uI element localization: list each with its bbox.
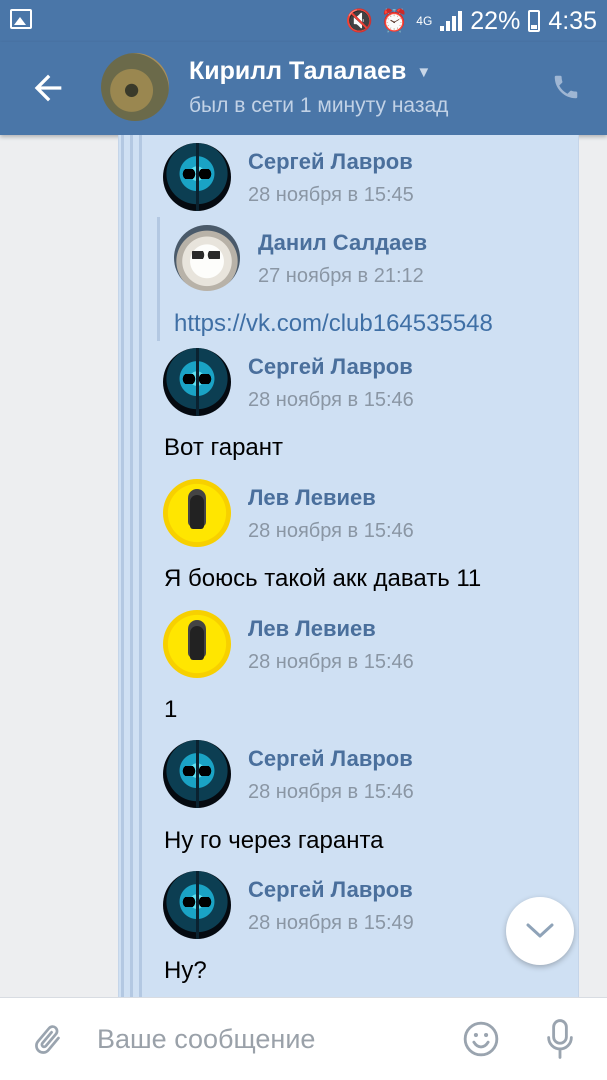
message-link[interactable]: https://vk.com/club164535548 xyxy=(174,310,493,338)
emoji-icon[interactable] xyxy=(462,1020,500,1058)
contact-avatar[interactable] xyxy=(101,53,169,121)
message-text: Ну го через гаранта xyxy=(164,827,384,854)
message-text: 1 xyxy=(164,696,178,723)
attach-icon[interactable] xyxy=(30,1020,66,1060)
avatar[interactable] xyxy=(163,871,231,939)
chevron-down-icon[interactable]: ▼ xyxy=(416,64,431,81)
alarm-icon: ⏰ xyxy=(380,8,409,33)
gallery-notification-icon xyxy=(10,9,32,29)
message-date: 28 ноября в 15:45 xyxy=(248,184,414,206)
message-list[interactable]: Сергей Лавров 28 ноября в 15:45 Данил Са… xyxy=(0,135,607,997)
message-date: 28 ноября в 15:46 xyxy=(248,520,414,542)
clock: 4:35 xyxy=(548,6,597,35)
avatar[interactable] xyxy=(163,479,231,547)
message-date: 27 ноября в 21:12 xyxy=(258,265,424,287)
scroll-down-button[interactable] xyxy=(506,897,574,965)
message-text: Ну? xyxy=(164,957,207,984)
message-date: 28 ноября в 15:46 xyxy=(248,651,414,673)
avatar[interactable] xyxy=(174,225,240,291)
chevron-down-icon xyxy=(526,923,554,938)
sender-name[interactable]: Лев Левиев xyxy=(248,485,376,511)
battery-icon xyxy=(528,10,541,32)
contact-name-text: Кирилл Талалаев xyxy=(189,57,407,85)
nested-forward-indicator xyxy=(157,217,160,341)
sender-name[interactable]: Сергей Лавров xyxy=(248,149,413,175)
sender-name[interactable]: Сергей Лавров xyxy=(248,746,413,772)
status-bar: 🔇 ⏰ 4G 22% 4:35 xyxy=(0,0,607,42)
avatar[interactable] xyxy=(163,348,231,416)
back-arrow-icon[interactable] xyxy=(28,68,68,108)
microphone-icon[interactable] xyxy=(543,1017,577,1061)
contact-name[interactable]: Кирилл Талалаев ▼ xyxy=(189,57,431,86)
message-date: 28 ноября в 15:49 xyxy=(248,912,414,934)
mute-icon: 🔇 xyxy=(345,8,373,33)
sender-name[interactable]: Сергей Лавров xyxy=(248,877,413,903)
battery-percent: 22% xyxy=(470,6,521,35)
avatar[interactable] xyxy=(163,740,231,808)
message-composer: Ваше сообщение xyxy=(0,997,607,1080)
chat-header: Кирилл Талалаев ▼ был в сети 1 минуту на… xyxy=(0,42,607,135)
phone-call-icon[interactable] xyxy=(551,70,581,104)
sender-name[interactable]: Лев Левиев xyxy=(248,616,376,642)
message-date: 28 ноября в 15:46 xyxy=(248,781,414,803)
avatar[interactable] xyxy=(163,610,231,678)
forward-indicator xyxy=(121,135,155,997)
message-text: Я боюсь такой акк давать 11 xyxy=(164,565,482,592)
signal-icon xyxy=(440,11,463,31)
last-seen: был в сети 1 минуту назад xyxy=(189,94,449,117)
message-text: Вот гарант xyxy=(164,434,284,461)
message-input[interactable]: Ваше сообщение xyxy=(97,1024,315,1055)
avatar[interactable] xyxy=(163,143,231,211)
message-date: 28 ноября в 15:46 xyxy=(248,389,414,411)
sender-name[interactable]: Данил Салдаев xyxy=(258,230,427,256)
network-type: 4G xyxy=(416,14,433,28)
sender-name[interactable]: Сергей Лавров xyxy=(248,354,413,380)
